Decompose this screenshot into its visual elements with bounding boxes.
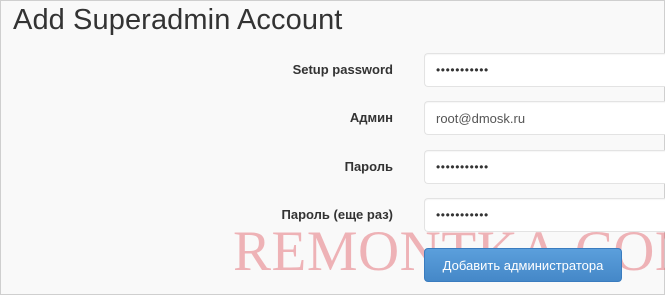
password-row: Пароль <box>0 150 665 186</box>
add-admin-button[interactable]: Добавить администратора <box>424 248 622 282</box>
password-confirm-label: Пароль (еще раз) <box>281 207 393 222</box>
admin-email-field[interactable] <box>424 101 665 135</box>
setup-password-label: Setup password <box>292 62 393 77</box>
password-confirm-row: Пароль (еще раз) <box>0 198 665 234</box>
setup-password-field[interactable] <box>424 53 665 87</box>
password-field[interactable] <box>424 150 665 184</box>
admin-label: Админ <box>349 110 393 125</box>
password-confirm-field[interactable] <box>424 198 665 232</box>
admin-row: Админ <box>0 101 665 137</box>
password-label: Пароль <box>344 159 393 174</box>
setup-password-row: Setup password <box>0 53 665 89</box>
page-title: Add Superadmin Account <box>13 4 343 36</box>
